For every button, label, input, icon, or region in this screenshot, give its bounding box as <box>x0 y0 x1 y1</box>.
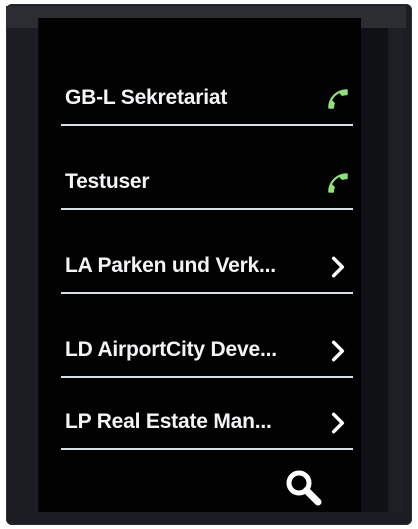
contact-label: LA Parken und Verk... <box>65 254 276 277</box>
contact-item-la-parken[interactable]: LA Parken und Verk... <box>39 224 361 294</box>
list-divider <box>61 448 353 450</box>
phone-icon <box>328 173 348 193</box>
contact-list-screen: GB-L Sekretariat Testuser LA Parken und … <box>38 18 361 512</box>
list-divider <box>61 124 353 126</box>
phone-icon <box>328 89 348 109</box>
contact-label: Testuser <box>65 170 150 193</box>
contact-item-lp-real-estate[interactable]: LP Real Estate Man... <box>39 380 361 450</box>
contact-label: GB-L Sekretariat <box>65 86 228 109</box>
list-divider <box>61 292 353 294</box>
screen-edge <box>360 28 388 512</box>
contact-item-testuser[interactable]: Testuser <box>39 140 361 210</box>
contact-label: LP Real Estate Man... <box>65 410 272 433</box>
list-divider <box>61 376 353 378</box>
list-divider <box>61 208 353 210</box>
search-icon[interactable] <box>282 466 324 508</box>
contact-item-gb-l-sekretariat[interactable]: GB-L Sekretariat <box>39 56 361 126</box>
contact-item-ld-airportcity[interactable]: LD AirportCity Deve... <box>39 308 361 378</box>
device-side-bezel <box>391 28 403 512</box>
chevron-right-icon <box>331 340 345 362</box>
chevron-right-icon <box>331 412 345 434</box>
contact-label: LD AirportCity Deve... <box>65 338 277 361</box>
chevron-right-icon <box>331 256 345 278</box>
